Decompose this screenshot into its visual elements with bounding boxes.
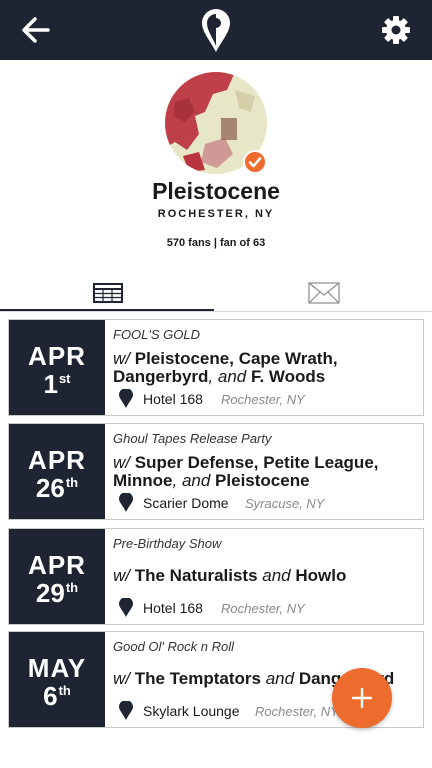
lineup-artist[interactable]: F. Woods bbox=[251, 367, 325, 386]
plus-icon bbox=[351, 687, 373, 709]
event-day-wrap: 26th bbox=[9, 474, 105, 502]
event-date: APR 29th bbox=[9, 529, 105, 624]
event-month: APR bbox=[28, 341, 86, 371]
table-icon bbox=[93, 283, 123, 303]
settings-button[interactable] bbox=[380, 14, 412, 46]
map-pin-icon bbox=[119, 701, 133, 720]
tab-shows[interactable] bbox=[0, 276, 216, 310]
event-title: Good Ol' Rock n Roll bbox=[113, 639, 234, 654]
event-venue: Skylark Lounge bbox=[143, 703, 240, 719]
event-card[interactable]: APR 1st FOOL'S GOLD w/ Pleistocene, Cape… bbox=[8, 319, 424, 416]
profile-name: Pleistocene bbox=[152, 178, 280, 204]
lineup-artist[interactable]: Pleistocene bbox=[135, 349, 230, 368]
event-title: Ghoul Tapes Release Party bbox=[113, 431, 272, 446]
event-day-suffix: th bbox=[65, 475, 79, 490]
map-pin-icon bbox=[119, 389, 133, 408]
event-venue: Scarier Dome bbox=[143, 495, 229, 511]
lineup-artist[interactable]: Minnoe bbox=[113, 471, 173, 490]
lineup-connector: , and bbox=[172, 471, 216, 490]
event-day: 1 bbox=[43, 369, 58, 399]
event-date: MAY 6th bbox=[9, 632, 105, 727]
event-title: Pre-Birthday Show bbox=[113, 536, 222, 551]
event-day: 6 bbox=[43, 681, 58, 711]
event-lineup: w/ The Naturalists and Howlo bbox=[113, 567, 423, 585]
map-pin-icon bbox=[119, 493, 133, 512]
event-date: APR 1st bbox=[9, 320, 105, 415]
lineup-artist: , bbox=[253, 453, 264, 472]
event-city: Rochester, NY bbox=[255, 704, 339, 719]
event-card[interactable]: APR 29th Pre-Birthday Show w/ The Natura… bbox=[8, 528, 424, 625]
event-info: Pre-Birthday Show w/ The Naturalists and… bbox=[113, 529, 423, 624]
event-month: APR bbox=[28, 550, 86, 580]
lineup-artist: , bbox=[373, 453, 379, 472]
lineup-connector: and bbox=[257, 566, 296, 585]
with-prefix: w/ bbox=[113, 349, 135, 368]
event-venue: Hotel 168 bbox=[143, 391, 203, 407]
event-month: MAY bbox=[27, 653, 87, 683]
event-city: Syracuse, NY bbox=[245, 496, 325, 511]
event-day-wrap: 6th bbox=[9, 682, 105, 710]
event-day-suffix: th bbox=[65, 580, 79, 595]
profile-stats[interactable]: 570 fans | fan of 63 bbox=[0, 237, 432, 249]
event-day-wrap: 29th bbox=[9, 579, 105, 607]
event-day-suffix: th bbox=[58, 683, 71, 698]
back-button[interactable] bbox=[18, 12, 54, 48]
lineup-artist[interactable]: The Naturalists bbox=[135, 566, 258, 585]
event-venue: Hotel 168 bbox=[143, 600, 203, 616]
lineup-artist[interactable]: The Temptators bbox=[135, 669, 261, 688]
lineup-connector: , and bbox=[208, 367, 251, 386]
event-lineup: w/ Super Defense, Petite League, Minnoe,… bbox=[113, 454, 423, 490]
lineup-artist[interactable]: Cape Wrath bbox=[239, 349, 333, 368]
profile-avatar-wrap bbox=[165, 72, 267, 174]
check-icon bbox=[248, 157, 262, 168]
lineup-artist[interactable]: Super Defense bbox=[135, 453, 254, 472]
event-date: APR 26th bbox=[9, 424, 105, 519]
event-day-suffix: st bbox=[58, 371, 71, 386]
with-prefix: w/ bbox=[113, 453, 135, 472]
event-month: APR bbox=[28, 445, 86, 475]
top-bar bbox=[0, 0, 432, 60]
event-day: 26 bbox=[35, 473, 65, 503]
event-day-wrap: 1st bbox=[9, 370, 105, 398]
event-card[interactable]: APR 26th Ghoul Tapes Release Party w/ Su… bbox=[8, 423, 424, 520]
app-logo[interactable] bbox=[199, 8, 233, 54]
event-city: Rochester, NY bbox=[221, 601, 305, 616]
event-city: Rochester, NY bbox=[221, 392, 305, 407]
tab-messages[interactable] bbox=[216, 276, 432, 310]
event-info: FOOL'S GOLD w/ Pleistocene, Cape Wrath, … bbox=[113, 320, 423, 415]
map-pin-icon bbox=[119, 598, 133, 617]
map-pin-logo-icon bbox=[202, 9, 230, 52]
envelope-icon bbox=[308, 282, 340, 304]
event-lineup: w/ Pleistocene, Cape Wrath, Dangerbyrd, … bbox=[113, 350, 423, 386]
lineup-connector: and bbox=[261, 669, 299, 688]
lineup-artist: , bbox=[332, 349, 338, 368]
verified-badge bbox=[243, 150, 267, 174]
tab-bar bbox=[0, 276, 432, 312]
gear-icon bbox=[382, 16, 410, 44]
tabs-divider bbox=[0, 311, 432, 312]
with-prefix: w/ bbox=[113, 669, 135, 688]
lineup-artist[interactable]: Dangerbyrd bbox=[113, 367, 208, 386]
lineup-artist[interactable]: Howlo bbox=[295, 566, 346, 585]
lineup-artist[interactable]: Petite League bbox=[263, 453, 374, 472]
lineup-artist[interactable]: Pleistocene bbox=[215, 471, 310, 490]
arrow-left-icon bbox=[22, 17, 50, 43]
event-title: FOOL'S GOLD bbox=[113, 327, 201, 342]
profile-location: ROCHESTER, NY bbox=[157, 208, 275, 220]
event-info: Ghoul Tapes Release Party w/ Super Defen… bbox=[113, 424, 423, 519]
event-day: 29 bbox=[35, 578, 65, 608]
lineup-artist: , bbox=[229, 349, 239, 368]
add-event-button[interactable] bbox=[332, 668, 392, 728]
with-prefix: w/ bbox=[113, 566, 135, 585]
